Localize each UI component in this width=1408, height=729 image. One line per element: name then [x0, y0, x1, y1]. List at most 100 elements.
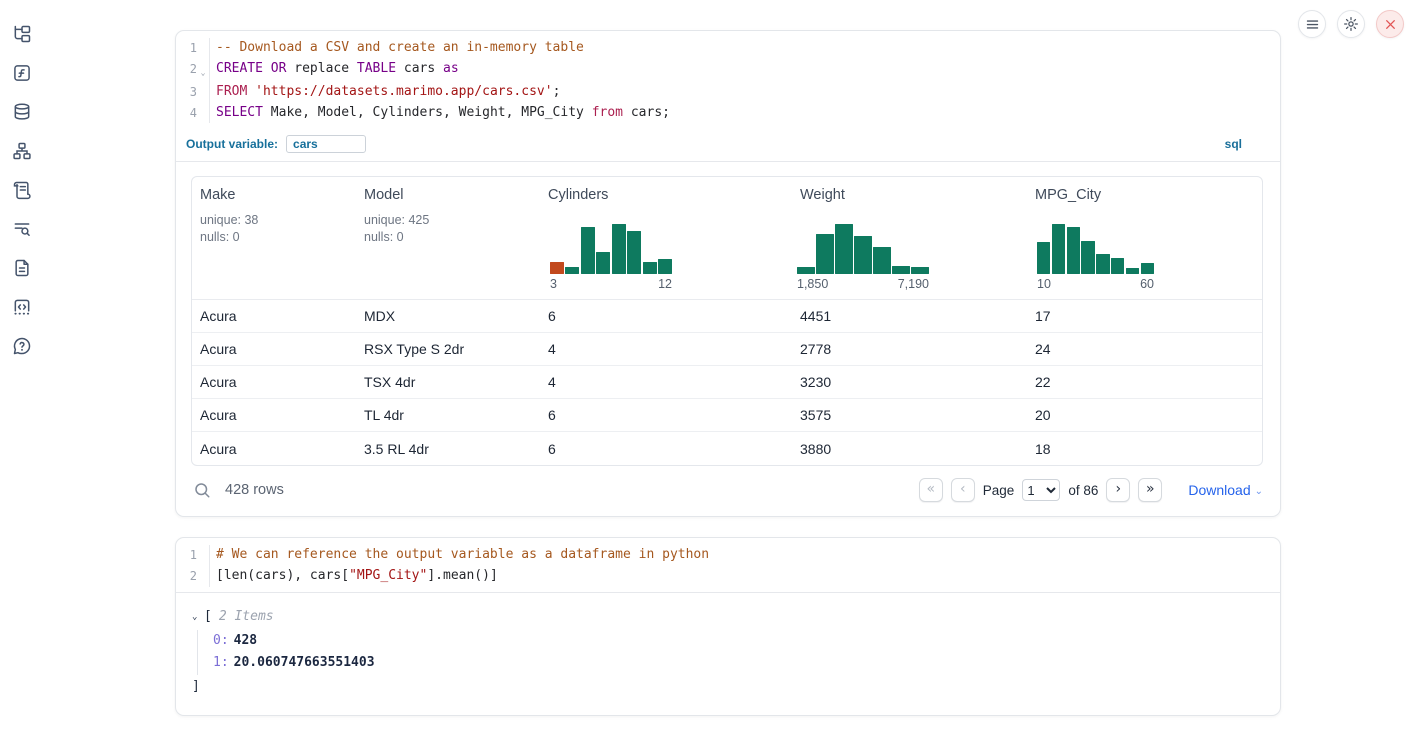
- search-icon[interactable]: [193, 481, 211, 499]
- fold-slot: [197, 545, 209, 566]
- table-cell: 4: [540, 374, 792, 390]
- histogram-bar[interactable]: [550, 262, 564, 274]
- code-line[interactable]: 4SELECT Make, Model, Cylinders, Weight, …: [176, 103, 1280, 124]
- table-cell: 18: [1027, 441, 1262, 457]
- histogram-bar[interactable]: [658, 259, 672, 274]
- histogram-bar[interactable]: [835, 224, 853, 274]
- column-name[interactable]: MPG_City: [1035, 187, 1254, 203]
- column-name[interactable]: Make: [200, 187, 348, 203]
- table-cell: RSX Type S 2dr: [356, 341, 540, 357]
- hamburger-menu-icon: [1305, 17, 1320, 32]
- tree-entry-value: 428: [234, 633, 257, 648]
- table-cell: Acura: [192, 441, 356, 457]
- table-row[interactable]: AcuraRSX Type S 2dr4277824: [192, 333, 1262, 366]
- code-line[interactable]: 2⌄CREATE OR replace TABLE cars as: [176, 59, 1280, 83]
- fold-slot: [197, 103, 209, 124]
- help-chat-icon[interactable]: [10, 334, 34, 358]
- table-cell: Acura: [192, 374, 356, 390]
- histogram-bar[interactable]: [643, 262, 657, 274]
- settings-button[interactable]: [1337, 10, 1365, 38]
- table-header: Makeunique: 38nulls: 0Modelunique: 425nu…: [192, 177, 1262, 300]
- output-variable-label: Output variable:: [186, 137, 278, 151]
- histogram-bar[interactable]: [911, 267, 929, 274]
- code-line[interactable]: 2[len(cars), cars["MPG_City"].mean()]: [176, 566, 1280, 587]
- histogram-bar[interactable]: [581, 227, 595, 274]
- table-row[interactable]: AcuraTSX 4dr4323022: [192, 366, 1262, 399]
- histogram-bar[interactable]: [1037, 242, 1050, 274]
- message-circle-question-icon: [12, 336, 32, 356]
- histogram-bar[interactable]: [1141, 263, 1154, 274]
- code-line[interactable]: 1-- Download a CSV and create an in-memo…: [176, 38, 1280, 59]
- histogram-bar[interactable]: [612, 224, 626, 274]
- table-cell: 3575: [792, 407, 1027, 423]
- scroll-text-icon: [12, 180, 32, 200]
- first-page-button[interactable]: «: [919, 478, 943, 502]
- histogram-bar[interactable]: [1126, 268, 1139, 274]
- download-label: Download: [1188, 482, 1250, 498]
- output-tree: ⌄ [ 2 Items 0:4281:20.060747663551403 ]: [176, 593, 1280, 715]
- helper-sidebar: [0, 0, 44, 729]
- next-page-button[interactable]: ›: [1106, 478, 1130, 502]
- column-header-weight[interactable]: Weight1,8507,190: [792, 177, 1027, 299]
- page-select[interactable]: 1: [1022, 479, 1060, 501]
- shutdown-button[interactable]: [1376, 10, 1404, 38]
- histogram-bar[interactable]: [1081, 241, 1094, 274]
- file-tree-icon[interactable]: [10, 22, 34, 46]
- histogram-bar[interactable]: [1067, 227, 1080, 274]
- code-line[interactable]: 3FROM 'https://datasets.marimo.app/cars.…: [176, 82, 1280, 103]
- column-header-make[interactable]: Makeunique: 38nulls: 0: [192, 177, 356, 299]
- tree-entry[interactable]: 1:20.060747663551403: [213, 652, 1280, 675]
- logs-search-icon[interactable]: [10, 217, 34, 241]
- last-page-button[interactable]: »: [1138, 478, 1162, 502]
- output-variable-input[interactable]: [286, 135, 366, 153]
- table-row[interactable]: AcuraMDX6445117: [192, 300, 1262, 333]
- table-cell: 3230: [792, 374, 1027, 390]
- tree-entry[interactable]: 0:428: [213, 630, 1280, 653]
- table-cell: 24: [1027, 341, 1262, 357]
- fold-chevron-icon[interactable]: ⌄: [197, 59, 209, 83]
- column-name[interactable]: Cylinders: [548, 187, 784, 203]
- column-name[interactable]: Model: [364, 187, 532, 203]
- snippets-icon[interactable]: [10, 295, 34, 319]
- column-header-model[interactable]: Modelunique: 425nulls: 0: [356, 177, 540, 299]
- column-name[interactable]: Weight: [800, 187, 1019, 203]
- histogram-bar[interactable]: [1111, 258, 1124, 274]
- histogram-bar[interactable]: [627, 231, 641, 274]
- chevron-down-icon[interactable]: ⌄: [192, 607, 204, 627]
- variables-icon[interactable]: [10, 61, 34, 85]
- menu-button[interactable]: [1298, 10, 1326, 38]
- table-row[interactable]: AcuraTL 4dr6357520: [192, 399, 1262, 432]
- table-cell: 17: [1027, 308, 1262, 324]
- column-header-cylinders[interactable]: Cylinders312: [540, 177, 792, 299]
- line-number: 3: [176, 82, 197, 103]
- line-number: 2: [176, 59, 197, 83]
- histogram-bar[interactable]: [596, 252, 610, 274]
- histogram-bar[interactable]: [797, 267, 815, 274]
- code-text: CREATE OR replace TABLE cars as: [209, 59, 1280, 83]
- histogram-bar[interactable]: [1052, 224, 1065, 274]
- python-code-editor[interactable]: 1# We can reference the output variable …: [176, 538, 1280, 592]
- tree-root[interactable]: ⌄ [ 2 Items: [192, 607, 1280, 627]
- python-cell: 1# We can reference the output variable …: [175, 537, 1281, 715]
- prev-page-button[interactable]: ‹: [951, 478, 975, 502]
- code-line[interactable]: 1# We can reference the output variable …: [176, 545, 1280, 566]
- download-button[interactable]: Download ⌄: [1188, 482, 1263, 498]
- table-cell: 4: [540, 341, 792, 357]
- column-header-mpg_city[interactable]: MPG_City1060: [1027, 177, 1262, 299]
- table-cell: 6: [540, 308, 792, 324]
- language-badge: sql: [1225, 137, 1242, 151]
- sql-code-editor[interactable]: 1-- Download a CSV and create an in-memo…: [176, 31, 1280, 128]
- table-row[interactable]: Acura3.5 RL 4dr6388018: [192, 432, 1262, 465]
- histogram-bar[interactable]: [565, 267, 579, 274]
- table-cell: 6: [540, 407, 792, 423]
- histogram-bar[interactable]: [892, 266, 910, 274]
- close-bracket: ]: [192, 677, 1280, 697]
- histogram-bar[interactable]: [873, 247, 891, 274]
- histogram-bar[interactable]: [816, 234, 834, 274]
- histogram-bar[interactable]: [854, 236, 872, 274]
- documentation-icon[interactable]: [10, 256, 34, 280]
- scratchpad-scroll-icon[interactable]: [10, 178, 34, 202]
- dependency-graph-icon[interactable]: [10, 139, 34, 163]
- histogram-bar[interactable]: [1096, 254, 1109, 274]
- datasources-icon[interactable]: [10, 100, 34, 124]
